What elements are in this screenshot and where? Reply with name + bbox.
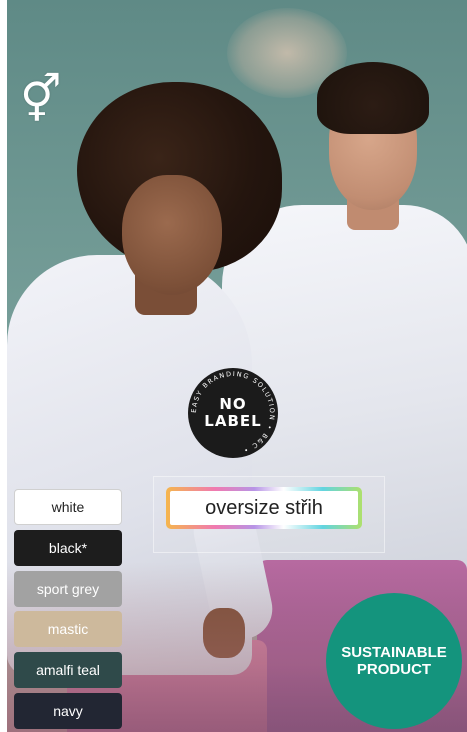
oversize-fit-label: oversize střih <box>166 487 362 529</box>
badge-line-1: NO <box>219 395 246 413</box>
color-swatch-black[interactable]: black* <box>14 529 122 566</box>
product-page: ⚥ EASY BRANDING SOLUTION • B&C • NO LABE… <box>0 0 467 732</box>
badge-line-2: LABEL <box>204 412 261 430</box>
right-model-hair <box>317 62 429 134</box>
color-swatch-white[interactable]: white <box>14 489 122 525</box>
left-model-face <box>122 175 222 295</box>
color-swatch-amalfi-teal[interactable]: amalfi teal <box>14 652 122 689</box>
no-label-badge: EASY BRANDING SOLUTION • B&C • NO LABEL <box>188 368 278 458</box>
sustainable-product-badge: SUSTAINABLE PRODUCT <box>326 593 462 729</box>
unisex-icon: ⚥ <box>20 72 62 126</box>
color-swatch-mastic[interactable]: mastic <box>14 611 122 648</box>
oversize-fit-text: oversize střih <box>170 491 358 525</box>
color-swatch-navy[interactable]: navy <box>14 693 122 729</box>
sustainable-line-1: SUSTAINABLE <box>341 644 447 661</box>
sustainable-line-2: PRODUCT <box>356 661 432 678</box>
color-swatch-sport-grey[interactable]: sport grey <box>14 570 122 607</box>
